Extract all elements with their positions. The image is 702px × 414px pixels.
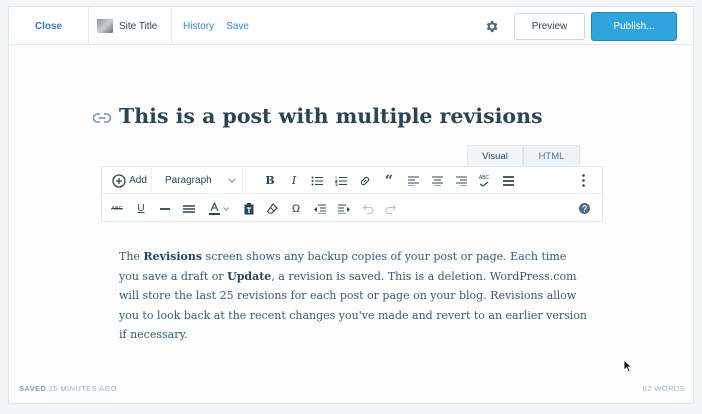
- justify-icon[interactable]: [180, 195, 198, 222]
- blockquote-icon[interactable]: “: [380, 167, 398, 194]
- spellcheck-icon[interactable]: ABC: [475, 167, 493, 194]
- more-options-icon[interactable]: [576, 167, 590, 194]
- numbered-list-icon[interactable]: [332, 167, 350, 194]
- toolbar-row-primary: Add Paragraph B I “ ABC: [102, 167, 602, 194]
- format-select[interactable]: Paragraph: [159, 167, 243, 194]
- bullet-list-icon[interactable]: [308, 167, 326, 194]
- saved-label: SAVED: [19, 384, 47, 393]
- add-label: Add: [129, 175, 147, 186]
- preview-button[interactable]: Preview: [514, 13, 585, 40]
- strikethrough-label: ABC: [111, 205, 123, 212]
- chevron-down-icon: [223, 206, 229, 211]
- toolbar-toggle-icon[interactable]: [499, 167, 517, 194]
- clear-formatting-icon[interactable]: [263, 195, 281, 222]
- add-media-button[interactable]: Add: [108, 167, 152, 194]
- tab-html[interactable]: HTML: [523, 145, 580, 167]
- close-button[interactable]: Close: [9, 7, 89, 45]
- undo-icon[interactable]: [359, 195, 377, 222]
- mouse-cursor-icon: [623, 359, 633, 378]
- post-content[interactable]: The Revisions screen shows any backup co…: [119, 247, 589, 345]
- special-character-icon[interactable]: Ω: [287, 195, 305, 222]
- indent-icon[interactable]: [335, 195, 353, 222]
- horizontal-rule-icon[interactable]: [156, 195, 174, 222]
- content-segment: The: [119, 250, 144, 263]
- post-title[interactable]: This is a post with multiple revisions: [119, 104, 639, 128]
- paste-text-icon[interactable]: [240, 195, 258, 222]
- save-status: SAVED 25 MINUTES AGO: [19, 384, 117, 393]
- site-thumbnail: [97, 19, 113, 33]
- tab-visual[interactable]: Visual: [467, 145, 523, 167]
- align-center-icon[interactable]: [428, 167, 446, 194]
- gear-icon[interactable]: [481, 16, 501, 36]
- help-icon[interactable]: [577, 195, 591, 222]
- align-right-icon[interactable]: [452, 167, 470, 194]
- site-selector[interactable]: Site Title: [89, 7, 172, 45]
- content-bold-update: Update: [227, 269, 272, 283]
- permalink-icon[interactable]: [92, 111, 112, 123]
- editor-frame: Close Site Title History Save Preview Pu…: [8, 6, 694, 404]
- underline-icon[interactable]: U: [132, 195, 150, 222]
- site-title: Site Title: [119, 20, 158, 32]
- strikethrough-icon[interactable]: ABC: [108, 195, 126, 222]
- add-circle-icon: [112, 173, 126, 188]
- link-icon[interactable]: [356, 167, 374, 194]
- history-link[interactable]: History: [183, 21, 214, 32]
- redo-icon[interactable]: [381, 195, 399, 222]
- save-link[interactable]: Save: [226, 21, 249, 32]
- publish-button[interactable]: Publish...: [591, 12, 677, 41]
- text-color-icon[interactable]: [205, 195, 233, 222]
- word-count: 62 WORDS: [642, 384, 685, 393]
- format-value: Paragraph: [165, 175, 212, 186]
- editor-toolbar: Add Paragraph B I “ ABC ABC U Ω: [101, 166, 603, 222]
- saved-time: 25 MINUTES AGO: [48, 384, 117, 393]
- align-left-icon[interactable]: [404, 167, 422, 194]
- content-bold-revisions: Revisions: [143, 250, 203, 263]
- outdent-icon[interactable]: [311, 195, 329, 222]
- toolbar-row-secondary: ABC U Ω: [102, 195, 602, 222]
- top-bar: Close Site Title History Save Preview Pu…: [9, 7, 693, 45]
- bold-icon[interactable]: B: [261, 167, 279, 194]
- italic-icon[interactable]: I: [285, 167, 303, 194]
- chevron-down-icon: [228, 178, 236, 183]
